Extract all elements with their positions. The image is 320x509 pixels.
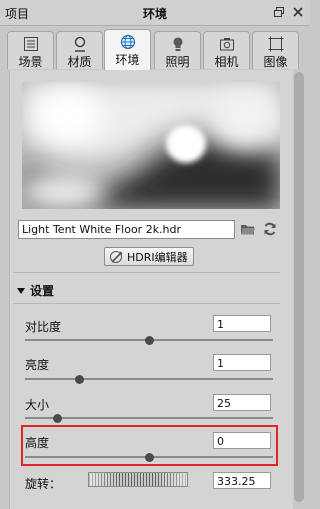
hdri-file-field[interactable]: Light Tent White Floor 2k.hdr (18, 220, 235, 239)
settings-section-header[interactable]: 设置 (17, 282, 54, 299)
param-label: 对比度 (25, 320, 62, 334)
tab-environment[interactable]: 环境 (104, 29, 151, 70)
tab-label: 场景 (18, 55, 43, 69)
param-value-input[interactable]: 1 (213, 354, 271, 371)
collapse-triangle-icon[interactable] (17, 288, 25, 294)
list-icon (23, 36, 39, 52)
panel-title: 环境 (142, 7, 167, 21)
tab-camera[interactable]: 相机 (203, 31, 250, 69)
panel-title-bar: 项目 环境 (0, 0, 310, 26)
rotation-value-input[interactable]: 333.25 (213, 472, 271, 489)
tab-strip: 场景 材质 环境 照明 相机 图像 (0, 26, 310, 70)
hdri-editor-button[interactable]: HDRI编辑器 (104, 247, 194, 266)
material-icon (72, 36, 88, 52)
rotation-dial[interactable] (88, 472, 188, 487)
settings-title: 设置 (30, 284, 55, 298)
param-slider-track[interactable] (25, 378, 273, 380)
param-label: 亮度 (25, 358, 50, 372)
tab-material[interactable]: 材质 (56, 31, 103, 69)
param-value-input[interactable]: 1 (213, 315, 271, 332)
refresh-icon[interactable] (262, 221, 278, 237)
edit-icon (110, 251, 123, 263)
highlight-box (21, 425, 278, 466)
scrollbar[interactable] (293, 70, 307, 509)
param-label: 大小 (25, 398, 50, 412)
restore-icon[interactable] (273, 6, 285, 18)
hdri-preview[interactable] (22, 82, 280, 209)
scrollbar-thumb[interactable] (294, 72, 304, 502)
globe-icon (120, 34, 136, 50)
bulb-icon (170, 36, 186, 52)
tab-image[interactable]: 图像 (252, 31, 299, 69)
tab-label: 材质 (67, 55, 92, 69)
tab-scene[interactable]: 场景 (7, 31, 54, 69)
rotation-label: 旋转： (25, 477, 62, 491)
tab-label: 图像 (263, 55, 288, 69)
tab-label: 环境 (115, 53, 140, 67)
tab-label: 相机 (214, 55, 239, 69)
param-slider-handle[interactable] (75, 374, 85, 384)
param-slider-handle[interactable] (144, 335, 154, 345)
image-icon (268, 36, 284, 52)
divider (13, 303, 280, 304)
param-value-input[interactable]: 25 (213, 394, 271, 411)
close-icon[interactable] (292, 6, 304, 18)
camera-icon (219, 36, 235, 52)
param-slider-track[interactable] (25, 417, 273, 419)
divider (13, 272, 280, 273)
tab-label: 照明 (165, 55, 190, 69)
tab-lighting[interactable]: 照明 (154, 31, 201, 69)
folder-icon[interactable] (240, 221, 256, 237)
hdri-editor-label: HDRI编辑器 (127, 251, 188, 264)
param-slider-handle[interactable] (52, 413, 62, 423)
